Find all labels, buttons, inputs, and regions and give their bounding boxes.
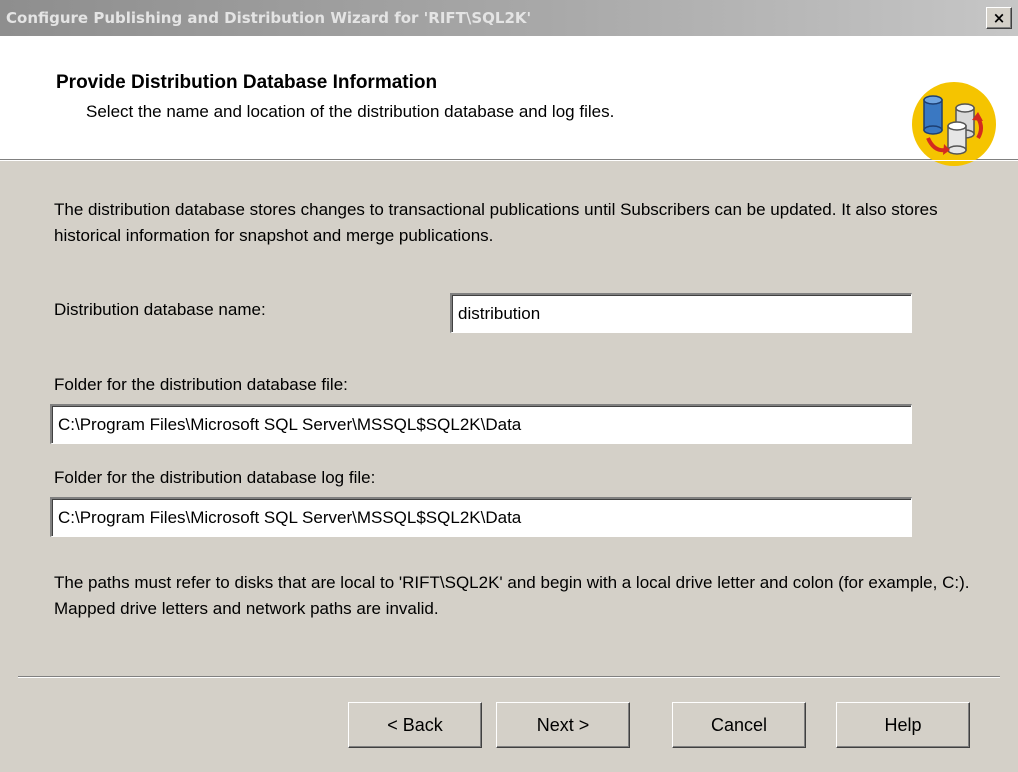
page-title: Provide Distribution Database Informatio… bbox=[56, 72, 438, 93]
footer-separator bbox=[18, 676, 1000, 678]
close-icon: × bbox=[992, 9, 1006, 27]
header-divider bbox=[0, 160, 1018, 161]
cancel-button[interactable]: Cancel bbox=[672, 702, 806, 748]
page-subtitle: Select the name and location of the dist… bbox=[86, 102, 615, 121]
log-folder-input[interactable] bbox=[50, 497, 912, 537]
path-note-text: The paths must refer to disks that are l… bbox=[54, 573, 970, 618]
db-name-label: Distribution database name: bbox=[54, 300, 266, 319]
wizard-header: Provide Distribution Database Informatio… bbox=[0, 36, 1018, 166]
help-button[interactable]: Help bbox=[836, 702, 970, 748]
title-bar[interactable]: Configure Publishing and Distribution Wi… bbox=[0, 0, 1018, 36]
next-button[interactable]: Next > bbox=[496, 702, 630, 748]
log-folder-label: Folder for the distribution database log… bbox=[54, 468, 376, 487]
db-name-input[interactable] bbox=[450, 293, 912, 333]
description-text: The distribution database stores changes… bbox=[54, 200, 938, 245]
wizard-window: Configure Publishing and Distribution Wi… bbox=[0, 0, 1018, 772]
data-folder-label: Folder for the distribution database fil… bbox=[54, 375, 348, 394]
back-button[interactable]: < Back bbox=[348, 702, 482, 748]
window-title: Configure Publishing and Distribution Wi… bbox=[6, 9, 532, 27]
data-folder-input[interactable] bbox=[50, 404, 912, 444]
close-button[interactable]: × bbox=[986, 7, 1012, 29]
database-replication-icon bbox=[912, 82, 996, 166]
